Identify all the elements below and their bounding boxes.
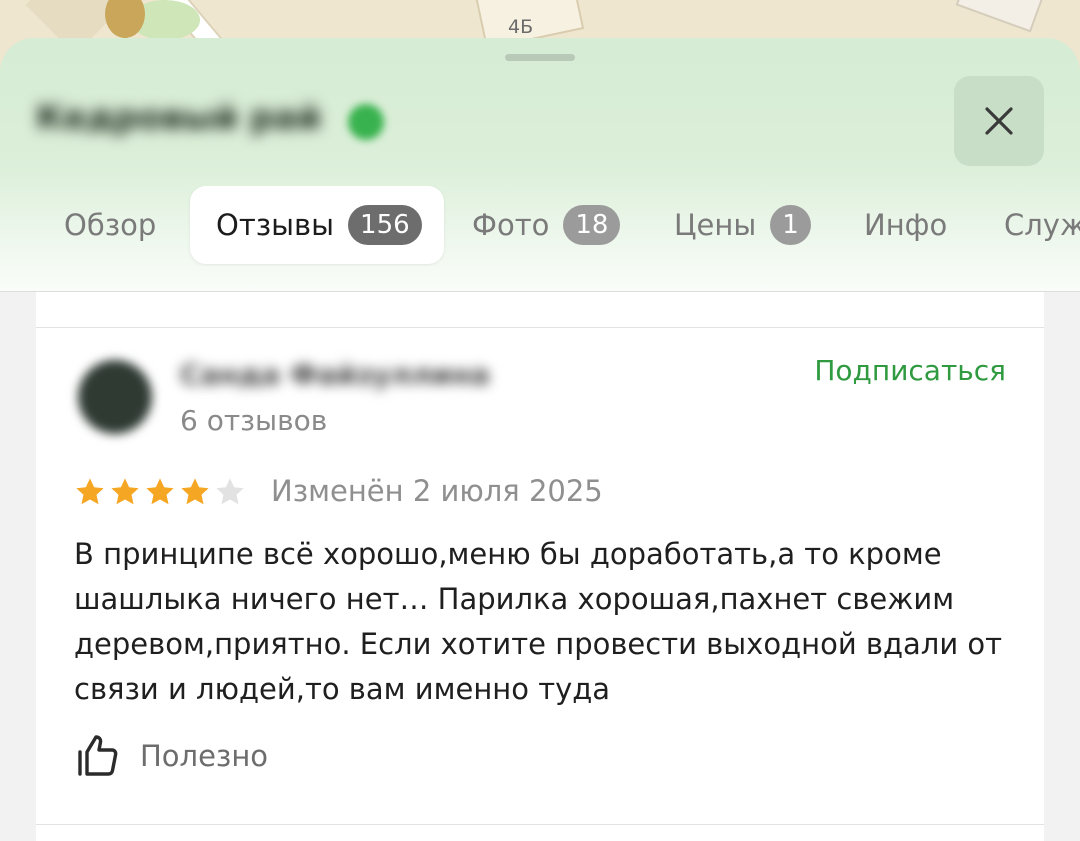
tab-reviews[interactable]: Отзывы 156 — [190, 186, 444, 264]
sheet-grabber[interactable] — [505, 54, 575, 61]
thumbs-up-icon — [78, 735, 118, 776]
tab-bar: Обзор Отзывы 156 Фото 18 Цены 1 Инфо Слу… — [0, 186, 1080, 266]
star-filled-icon — [76, 478, 104, 505]
place-title: Кедровый рай — [36, 98, 322, 138]
helpful-button[interactable]: Полезно — [74, 732, 268, 780]
tab-photos[interactable]: Фото 18 — [472, 186, 621, 264]
tab-label: Служ — [1004, 208, 1080, 242]
tab-label: Фото — [472, 208, 550, 242]
author-name[interactable]: Санда Файзуллина — [180, 358, 490, 391]
rating-stars — [74, 476, 246, 508]
close-button[interactable] — [954, 76, 1044, 166]
review-date: Изменён 2 июля 2025 — [271, 474, 603, 508]
star-filled-icon — [181, 478, 209, 505]
tab-label: Инфо — [864, 208, 948, 242]
star-empty-icon — [216, 478, 244, 505]
star-filled-icon — [111, 478, 139, 505]
previous-review-card — [36, 292, 1044, 328]
tab-label: Обзор — [64, 208, 157, 242]
tab-count-badge: 1 — [770, 205, 811, 245]
tab-label: Цены — [674, 208, 757, 242]
verified-icon — [348, 104, 384, 140]
tab-count-badge: 18 — [563, 205, 621, 245]
author-review-count: 6 отзывов — [180, 404, 328, 437]
helpful-label: Полезно — [140, 739, 269, 773]
tab-overview[interactable]: Обзор — [64, 186, 156, 264]
review-card: Санда Файзуллина 6 отзывов Подписаться И… — [36, 328, 1044, 824]
star-filled-icon — [146, 478, 174, 505]
tab-services[interactable]: Служ — [1004, 186, 1080, 264]
map-building — [955, 0, 1045, 33]
subscribe-button[interactable]: Подписаться — [814, 354, 1006, 387]
tab-label: Отзывы — [216, 208, 335, 242]
tab-prices[interactable]: Цены 1 — [674, 186, 811, 264]
next-review-card — [36, 825, 1044, 841]
tab-info[interactable]: Инфо — [864, 186, 947, 264]
review-text: В принципе всё хорошо,меню бы доработать… — [74, 537, 1003, 706]
avatar[interactable] — [78, 360, 152, 434]
map-house-number: 4Б — [508, 16, 534, 38]
close-icon — [985, 107, 1013, 135]
place-card-header: Кедровый рай Обзор Отзывы 156 Фото 18 Це… — [0, 38, 1080, 292]
tab-count-badge: 156 — [348, 205, 422, 245]
